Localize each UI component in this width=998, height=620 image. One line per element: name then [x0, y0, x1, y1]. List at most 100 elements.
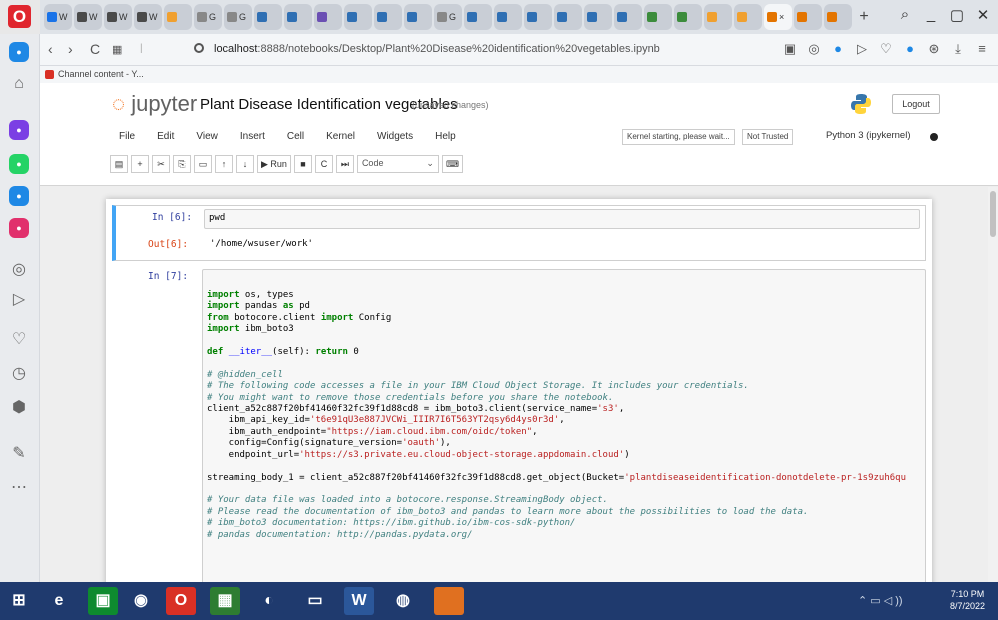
- download-icon[interactable]: ⤓: [950, 41, 966, 57]
- store-icon[interactable]: ▣: [88, 587, 118, 615]
- browser-tab[interactable]: [284, 4, 312, 30]
- reload-button[interactable]: C: [90, 41, 100, 57]
- taskbar-clock[interactable]: 7:10 PM 8/7/2022: [950, 588, 985, 612]
- browser-tab[interactable]: [254, 4, 282, 30]
- browser-tab[interactable]: W: [134, 4, 162, 30]
- move-down-button[interactable]: ↓: [236, 155, 254, 173]
- browser-tab[interactable]: [464, 4, 492, 30]
- app-icon[interactable]: ▦: [210, 587, 240, 615]
- browser-tab[interactable]: W: [104, 4, 132, 30]
- browser-tab[interactable]: [644, 4, 672, 30]
- browser-tab[interactable]: [554, 4, 582, 30]
- browser-tab[interactable]: [704, 4, 732, 30]
- vpn-icon[interactable]: ●: [830, 41, 846, 57]
- menu-item-kernel[interactable]: Kernel: [315, 131, 366, 142]
- play-icon[interactable]: ▷: [854, 41, 870, 57]
- history-icon[interactable]: ◷: [9, 364, 29, 384]
- new-tab-button[interactable]: +: [854, 4, 874, 30]
- menu-item-view[interactable]: View: [185, 131, 229, 142]
- code-input[interactable]: pwd: [204, 209, 920, 229]
- browser-tab[interactable]: [824, 4, 852, 30]
- browser-tab[interactable]: [374, 4, 402, 30]
- opera-menu-button[interactable]: O: [0, 0, 40, 34]
- firefox-icon[interactable]: ◐: [254, 587, 284, 615]
- edge-icon[interactable]: e: [44, 587, 74, 615]
- browser-tab[interactable]: [674, 4, 702, 30]
- cut-button[interactable]: ✂: [152, 155, 170, 173]
- cell-type-select[interactable]: Code ⌄: [356, 155, 439, 173]
- app2-icon[interactable]: ◍: [388, 587, 418, 615]
- menu-item-widgets[interactable]: Widgets: [366, 131, 424, 142]
- bookmark-item[interactable]: Channel content - Y...: [58, 69, 144, 79]
- heart-icon[interactable]: ♡: [878, 41, 894, 57]
- move-up-button[interactable]: ↑: [215, 155, 233, 173]
- browser-tab[interactable]: [734, 4, 762, 30]
- menu-item-edit[interactable]: Edit: [146, 131, 185, 142]
- page-scrollbar[interactable]: [988, 187, 998, 582]
- app3-icon[interactable]: [434, 587, 464, 615]
- pin-icon[interactable]: ✎: [9, 444, 29, 464]
- insert-cell-button[interactable]: +: [131, 155, 149, 173]
- maximize-icon[interactable]: ▢: [944, 6, 970, 24]
- logout-button[interactable]: Logout: [892, 94, 940, 114]
- url-field[interactable]: localhost:8888/notebooks/Desktop/Plant%2…: [214, 43, 660, 55]
- player-icon[interactable]: ◎: [9, 260, 29, 280]
- browser-tab[interactable]: G: [224, 4, 252, 30]
- browser-tab[interactable]: G: [434, 4, 462, 30]
- browser-tab[interactable]: [344, 4, 372, 30]
- scrollbar-thumb[interactable]: [990, 191, 996, 237]
- home-icon[interactable]: ⌂: [9, 74, 29, 94]
- save-button[interactable]: ▤: [110, 155, 128, 173]
- menu-item-help[interactable]: Help: [424, 131, 467, 142]
- wallet-icon[interactable]: ●: [902, 41, 918, 57]
- trust-button[interactable]: Not Trusted: [742, 129, 794, 145]
- browser-tab[interactable]: [404, 4, 432, 30]
- menu-item-insert[interactable]: Insert: [229, 131, 276, 142]
- browser-tab[interactable]: [524, 4, 552, 30]
- browser-tab[interactable]: W: [44, 4, 72, 30]
- opera-icon[interactable]: O: [166, 587, 196, 615]
- telegram-icon[interactable]: ●: [9, 186, 29, 206]
- browser-tab[interactable]: [314, 4, 342, 30]
- speed-dial-icon[interactable]: ▦: [112, 43, 122, 56]
- code-cell-selected[interactable]: In [6]: pwd Out[6]: '/home/wsuser/work': [112, 205, 926, 261]
- forward-button[interactable]: ›: [68, 41, 73, 57]
- whatsapp-icon[interactable]: ●: [9, 154, 29, 174]
- tab-close-icon[interactable]: ×: [779, 12, 784, 22]
- run-button[interactable]: ▶ Run: [257, 155, 291, 173]
- word-icon[interactable]: W: [344, 587, 374, 615]
- browser-tab[interactable]: [164, 4, 192, 30]
- site-info-icon[interactable]: [194, 43, 204, 53]
- browser-tab[interactable]: [494, 4, 522, 30]
- interrupt-button[interactable]: ■: [293, 155, 312, 173]
- restart-button[interactable]: C: [314, 155, 333, 173]
- minimize-icon[interactable]: _: [918, 6, 944, 23]
- files-icon[interactable]: ▭: [300, 587, 330, 615]
- code-input[interactable]: import os, types import pandas as pd from …: [202, 269, 926, 582]
- settings-icon[interactable]: ⊛: [926, 41, 942, 57]
- jupyter-logo[interactable]: ◌ jupyter: [112, 91, 197, 117]
- search-tabs-icon[interactable]: ⌕: [892, 6, 918, 23]
- snapshot-icon[interactable]: ▣: [782, 41, 798, 57]
- box-icon[interactable]: ⬢: [9, 398, 29, 418]
- browser-tab[interactable]: [614, 4, 642, 30]
- camera-icon[interactable]: ◎: [806, 41, 822, 57]
- instagram-icon[interactable]: ●: [9, 218, 29, 238]
- heart-icon[interactable]: ♡: [9, 330, 29, 350]
- command-palette-button[interactable]: ⌨: [441, 155, 463, 173]
- browser-tab[interactable]: W: [74, 4, 102, 30]
- messenger-icon[interactable]: ●: [9, 42, 29, 62]
- close-icon[interactable]: ✕: [970, 6, 996, 24]
- messenger-icon[interactable]: ●: [9, 120, 29, 140]
- browser-tab[interactable]: [794, 4, 822, 30]
- start-icon[interactable]: ⊞: [4, 587, 34, 615]
- system-tray[interactable]: ⌃ ▭ ◁ )): [858, 594, 903, 607]
- back-button[interactable]: ‹: [48, 41, 53, 57]
- restart-run-all-button[interactable]: ⏭: [335, 155, 354, 173]
- menu-icon[interactable]: ≡: [974, 41, 990, 57]
- chrome-icon[interactable]: ◉: [126, 587, 156, 615]
- browser-tab[interactable]: ×: [764, 4, 792, 30]
- menu-item-file[interactable]: File: [108, 131, 146, 142]
- copy-button[interactable]: ⎘: [173, 155, 191, 173]
- browser-tab[interactable]: [584, 4, 612, 30]
